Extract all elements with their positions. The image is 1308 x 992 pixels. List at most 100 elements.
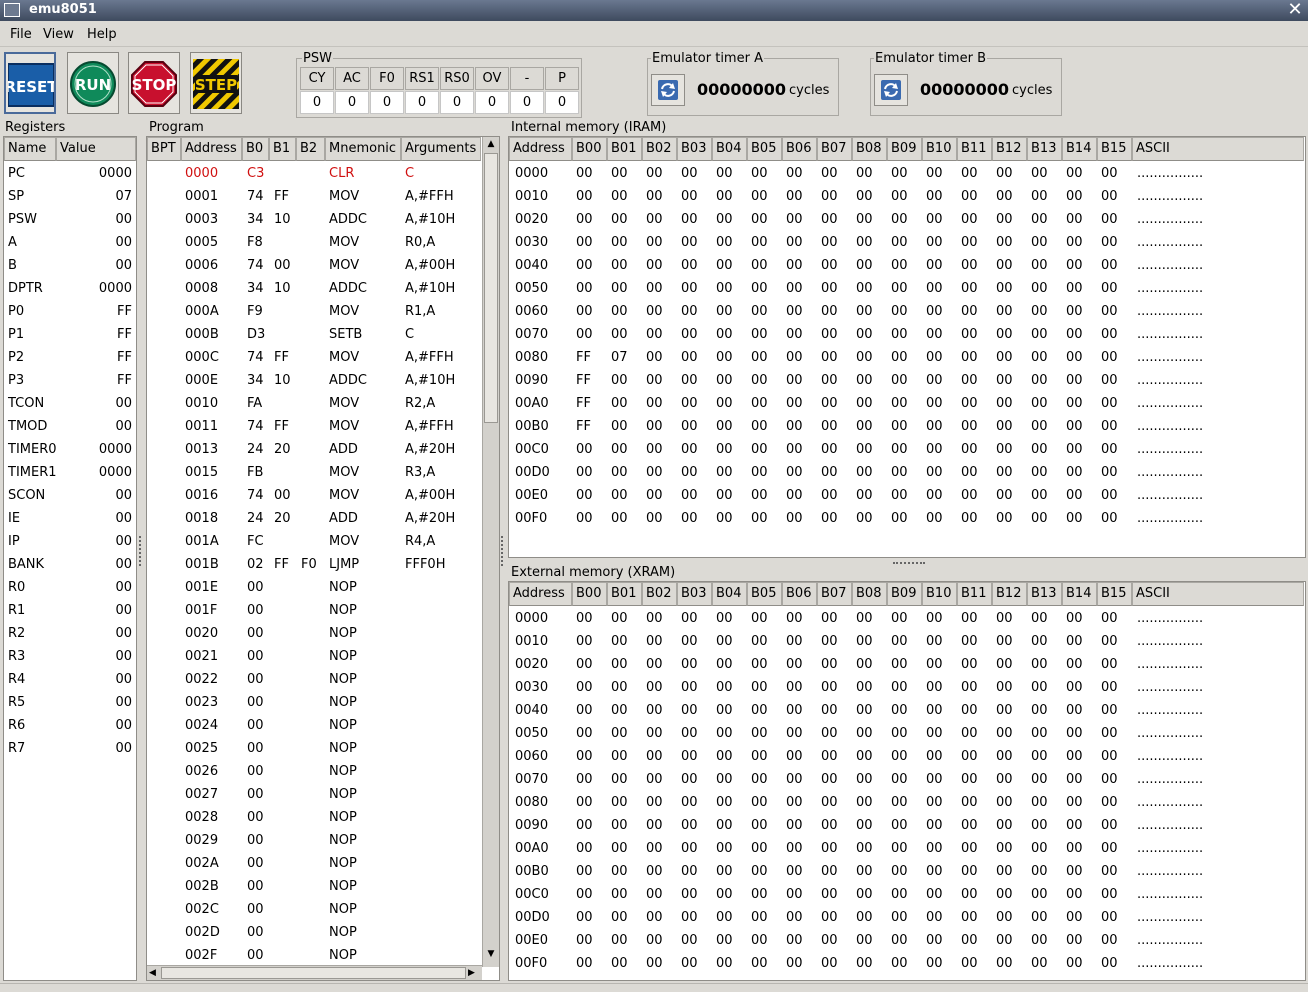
memory-byte[interactable]: 00 <box>681 722 698 745</box>
register-value[interactable]: 0000 <box>99 162 132 185</box>
table-row[interactable]: 0000 00 00 00 00 00 00 00 00 00 00 00 00 00 00 00 00....… <box>509 607 1305 630</box>
xram-header-b02[interactable]: B02 <box>642 582 677 606</box>
program-header-address[interactable]: Address <box>181 137 242 161</box>
scrollbar-thumb[interactable] <box>161 967 466 979</box>
psw-flag-6-value[interactable]: 0 <box>510 91 544 114</box>
memory-byte[interactable]: 00 <box>856 323 873 346</box>
table-row[interactable]: 001B 02 FF F0 LJMP FFF0H <box>147 553 481 576</box>
table-row[interactable]: 00E0 00 00 00 00 00 00 00 00 00 00 00 00 00 00 00 00....… <box>509 484 1305 507</box>
memory-byte[interactable]: 00 <box>576 254 593 277</box>
memory-byte[interactable]: 00 <box>1101 883 1118 906</box>
table-row[interactable]: R7 00 <box>4 737 136 760</box>
table-row[interactable]: P2 FF <box>4 346 136 369</box>
memory-byte[interactable]: 00 <box>576 676 593 699</box>
memory-byte[interactable]: 00 <box>716 323 733 346</box>
memory-byte[interactable]: 00 <box>751 162 768 185</box>
memory-byte[interactable]: 00 <box>996 231 1013 254</box>
memory-byte[interactable]: 00 <box>1031 699 1048 722</box>
memory-byte[interactable]: 00 <box>646 837 663 860</box>
psw-flag-0-value[interactable]: 0 <box>300 91 334 114</box>
memory-byte[interactable]: 00 <box>751 208 768 231</box>
memory-byte[interactable]: 00 <box>856 630 873 653</box>
table-row[interactable]: 002D 00 NOP <box>147 921 481 944</box>
table-row[interactable]: 00A0 FF 00 00 00 00 00 00 00 00 00 00 00 00 00 00 00....… <box>509 392 1305 415</box>
iram-header-b03[interactable]: B03 <box>677 137 712 161</box>
memory-byte[interactable]: 00 <box>646 277 663 300</box>
memory-byte[interactable]: 00 <box>961 254 978 277</box>
memory-byte[interactable]: 00 <box>1101 814 1118 837</box>
memory-byte[interactable]: 00 <box>891 676 908 699</box>
memory-byte[interactable]: 00 <box>961 952 978 975</box>
memory-byte[interactable]: 00 <box>786 883 803 906</box>
memory-byte[interactable]: 00 <box>646 676 663 699</box>
memory-byte[interactable]: 00 <box>646 883 663 906</box>
memory-byte[interactable]: 00 <box>1031 369 1048 392</box>
memory-byte[interactable]: 00 <box>961 300 978 323</box>
splitter-handle-left[interactable] <box>139 536 146 566</box>
memory-byte[interactable]: 00 <box>681 208 698 231</box>
memory-byte[interactable]: 00 <box>1031 745 1048 768</box>
table-row[interactable]: 0060 00 00 00 00 00 00 00 00 00 00 00 00 00 00 00 00....… <box>509 300 1305 323</box>
table-row[interactable]: 002C 00 NOP <box>147 898 481 921</box>
memory-byte[interactable]: 00 <box>716 745 733 768</box>
memory-byte[interactable]: 00 <box>716 231 733 254</box>
memory-byte[interactable]: 00 <box>786 484 803 507</box>
memory-byte[interactable]: 00 <box>821 952 838 975</box>
close-icon[interactable]: ✕ <box>1286 0 1304 20</box>
memory-byte[interactable]: 00 <box>996 607 1013 630</box>
memory-byte[interactable]: 00 <box>716 768 733 791</box>
table-row[interactable]: IP 00 <box>4 530 136 553</box>
memory-byte[interactable]: 00 <box>1101 837 1118 860</box>
scroll-right-icon[interactable]: ▶ <box>468 966 480 980</box>
table-row[interactable]: 00D0 00 00 00 00 00 00 00 00 00 00 00 00 00 00 00 00....… <box>509 906 1305 929</box>
memory-byte[interactable]: 00 <box>576 745 593 768</box>
memory-byte[interactable]: 00 <box>646 906 663 929</box>
memory-byte[interactable]: 00 <box>751 507 768 530</box>
memory-byte[interactable]: 00 <box>716 369 733 392</box>
memory-byte[interactable]: 00 <box>751 883 768 906</box>
memory-byte[interactable]: 00 <box>646 722 663 745</box>
memory-byte[interactable]: 00 <box>1031 676 1048 699</box>
memory-byte[interactable]: 00 <box>1031 837 1048 860</box>
memory-byte[interactable]: 00 <box>1031 300 1048 323</box>
memory-byte[interactable]: 00 <box>1031 231 1048 254</box>
program-vertical-scrollbar[interactable]: ▲ ▼ <box>482 137 499 967</box>
memory-byte[interactable]: 00 <box>891 300 908 323</box>
memory-byte[interactable]: 00 <box>751 630 768 653</box>
memory-byte[interactable]: 00 <box>996 699 1013 722</box>
memory-byte[interactable]: 00 <box>1066 814 1083 837</box>
memory-byte[interactable]: 00 <box>856 392 873 415</box>
memory-byte[interactable]: 00 <box>856 837 873 860</box>
memory-byte[interactable]: 00 <box>1031 438 1048 461</box>
run-button[interactable]: RUN <box>67 52 119 114</box>
table-row[interactable]: 002A 00 NOP <box>147 852 481 875</box>
memory-byte[interactable]: 00 <box>856 438 873 461</box>
memory-byte[interactable]: 00 <box>611 185 628 208</box>
memory-byte[interactable]: 00 <box>576 162 593 185</box>
memory-byte[interactable]: 00 <box>646 814 663 837</box>
memory-byte[interactable]: 00 <box>821 676 838 699</box>
memory-byte[interactable]: 00 <box>1066 254 1083 277</box>
memory-byte[interactable]: 00 <box>646 507 663 530</box>
iram-header-b08[interactable]: B08 <box>852 137 887 161</box>
memory-byte[interactable]: 00 <box>891 837 908 860</box>
memory-byte[interactable]: 00 <box>576 300 593 323</box>
program-header-bpt[interactable]: BPT <box>147 137 181 161</box>
memory-byte[interactable]: 00 <box>821 791 838 814</box>
memory-byte[interactable]: 00 <box>926 745 943 768</box>
memory-byte[interactable]: 00 <box>1066 653 1083 676</box>
table-row[interactable]: 0030 00 00 00 00 00 00 00 00 00 00 00 00 00 00 00 00....… <box>509 676 1305 699</box>
memory-byte[interactable]: 00 <box>716 162 733 185</box>
timer-a-reset-button[interactable] <box>651 74 685 106</box>
memory-byte[interactable]: 00 <box>576 507 593 530</box>
memory-byte[interactable]: 00 <box>681 837 698 860</box>
memory-byte[interactable]: 00 <box>786 906 803 929</box>
memory-byte[interactable]: 00 <box>1066 346 1083 369</box>
table-row[interactable]: SCON 00 <box>4 484 136 507</box>
register-value[interactable]: 00 <box>115 254 132 277</box>
memory-byte[interactable]: 00 <box>611 860 628 883</box>
table-row[interactable]: 0024 00 NOP <box>147 714 481 737</box>
memory-byte[interactable]: 00 <box>716 415 733 438</box>
memory-byte[interactable]: 00 <box>996 676 1013 699</box>
memory-byte[interactable]: 00 <box>1031 722 1048 745</box>
